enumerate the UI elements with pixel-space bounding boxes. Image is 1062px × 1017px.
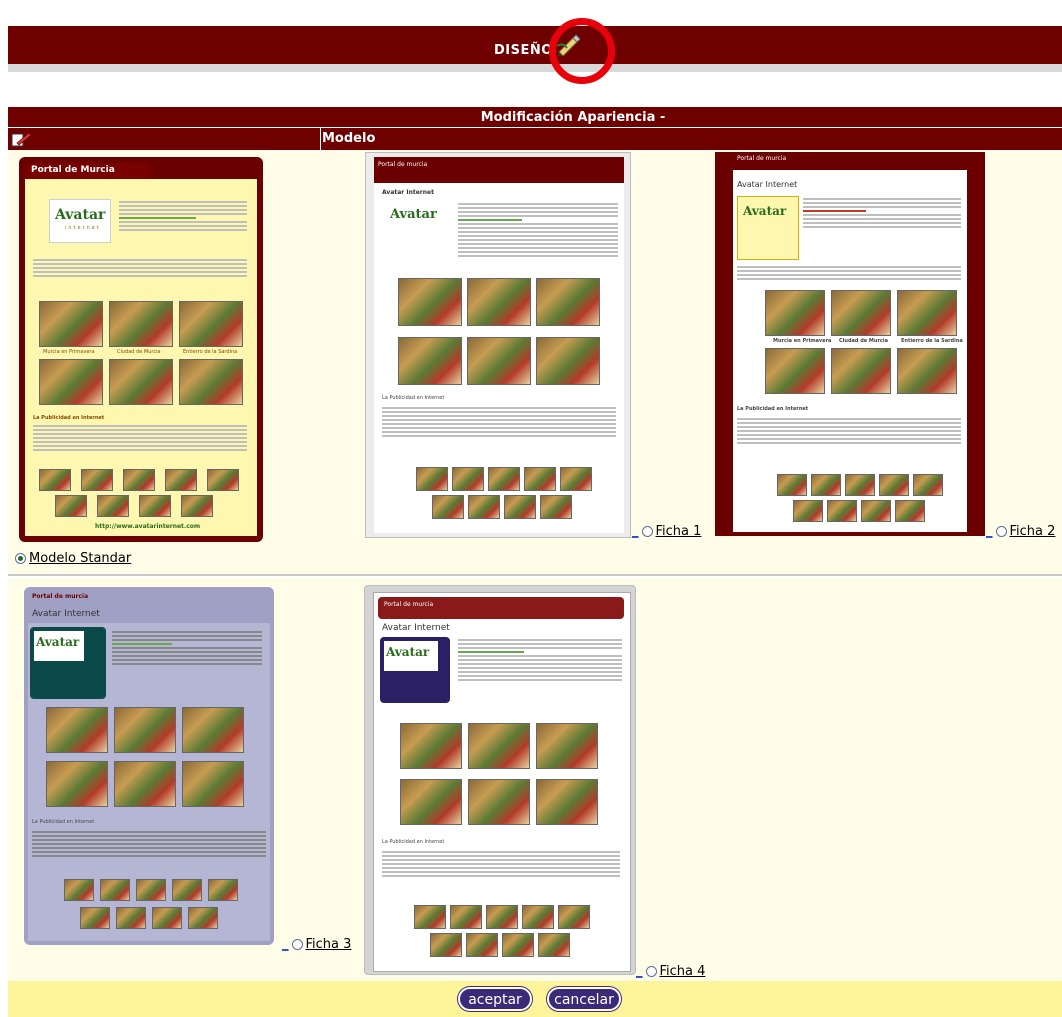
accept-button[interactable]: aceptar: [458, 987, 532, 1011]
thumbnail-ficha-2-heading: Avatar Internet: [737, 180, 798, 189]
option-ficha-4-link[interactable]: _: [636, 964, 643, 979]
column-separator: [320, 128, 321, 150]
thumbnail-ficha-2-caption-3: Entierro de la Sardina: [901, 338, 963, 344]
option-ficha-1[interactable]: _ Ficha 1: [632, 524, 701, 539]
thumbnail-standar-logo: Avatar: [55, 207, 106, 223]
thumbnail-ficha-2-logo: Avatar: [743, 204, 787, 218]
section-title: Modificación Apariencia -: [480, 110, 666, 125]
thumbnail-ficha-4[interactable]: Portal de murcia Avatar Internet Avatar …: [364, 585, 636, 975]
edit-icon: [11, 132, 32, 147]
option-ficha-4[interactable]: _ Ficha 4: [636, 964, 705, 979]
thumbnail-standar-caption-2: Ciudad de Murcia: [117, 349, 161, 355]
thumbnail-standar[interactable]: Portal de Murcia Avatar internet Murcia …: [19, 157, 263, 542]
thumbnail-ficha-2-caption-2: Ciudad de Murcia: [839, 338, 888, 344]
thumbnail-standar-section: La Publicidad en Internet: [33, 415, 105, 421]
thumbnail-ficha-2-title: Portal de murcia: [737, 155, 787, 162]
thumbnail-ficha-4-logo: Avatar: [386, 645, 430, 659]
thumbnail-ficha-2-caption-1: Murcia en Primavera: [773, 338, 832, 344]
thumbnail-ficha-2-section: La Publicidad en Internet: [737, 406, 809, 412]
thumbnail-standar-caption-3: Entierro de la Sardina: [183, 349, 238, 355]
option-ficha-1-link[interactable]: _: [632, 524, 639, 539]
option-label-ficha-3[interactable]: Ficha 3: [306, 937, 352, 952]
highlight-ring: [549, 18, 615, 84]
option-ficha-2[interactable]: _ Ficha 2: [986, 524, 1055, 539]
option-ficha-3[interactable]: _ Ficha 3: [282, 937, 351, 952]
thumbnail-ficha-1-logo: Avatar: [390, 207, 437, 222]
radio-ficha-2[interactable]: [995, 526, 1007, 537]
thumbnail-ficha-1-heading: Avatar Internet: [382, 189, 434, 196]
thumbnail-ficha-1[interactable]: Portal de murcia Avatar Internet Avatar …: [365, 152, 631, 538]
radio-ficha-4[interactable]: [645, 966, 657, 977]
thumbnail-standar-logo-sub: internet: [65, 225, 101, 231]
thumbnail-ficha-3-title: Portal de murcia: [32, 593, 89, 600]
option-modelo-standar[interactable]: Modelo Standar: [15, 551, 131, 566]
thumbnail-ficha-3-section: La Publicidad en Internet: [32, 819, 95, 825]
thumbnail-ficha-1-title: Portal de murcia: [378, 161, 428, 168]
cancel-button[interactable]: cancelar: [547, 987, 621, 1011]
option-label-ficha-4[interactable]: Ficha 4: [660, 964, 706, 979]
option-label-modelo-standar[interactable]: Modelo Standar: [29, 551, 131, 566]
thumbnail-ficha-4-heading: Avatar Internet: [382, 623, 450, 633]
header-title: DISEÑO: [494, 43, 553, 58]
radio-ficha-1[interactable]: [641, 526, 653, 537]
option-label-ficha-2[interactable]: Ficha 2: [1010, 524, 1056, 539]
footer-bar: [8, 981, 1062, 1017]
thumbnail-ficha-4-title: Portal de murcia: [384, 601, 434, 608]
header-bar-shadow: [8, 64, 1062, 72]
thumbnail-ficha-3[interactable]: Portal de murcia Avatar Internet Avatar …: [24, 587, 274, 945]
thumbnail-standar-url: http://www.avatarinternet.com: [95, 523, 201, 530]
radio-modelo-standar[interactable]: [15, 553, 26, 564]
option-label-ficha-1[interactable]: Ficha 1: [656, 524, 702, 539]
thumbnail-standar-title: Portal de Murcia: [31, 165, 115, 175]
thumbnail-ficha-2[interactable]: Portal de murcia Avatar Internet Avatar …: [715, 152, 985, 536]
option-ficha-3-link[interactable]: _: [282, 937, 289, 952]
thumbnail-ficha-1-section: La Publicidad en Internet: [382, 395, 445, 401]
thumbnail-standar-caption-1: Murcia en Primavera: [43, 349, 95, 355]
column-title: Modelo: [322, 131, 376, 146]
radio-ficha-3[interactable]: [291, 939, 303, 950]
column-header-bar: [8, 128, 1062, 150]
option-ficha-2-link[interactable]: _: [986, 524, 993, 539]
thumbnail-ficha-3-logo: Avatar: [36, 635, 80, 649]
thumbnail-ficha-3-heading: Avatar Internet: [32, 609, 100, 619]
thumbnail-ficha-4-section: La Publicidad en Internet: [382, 839, 445, 845]
